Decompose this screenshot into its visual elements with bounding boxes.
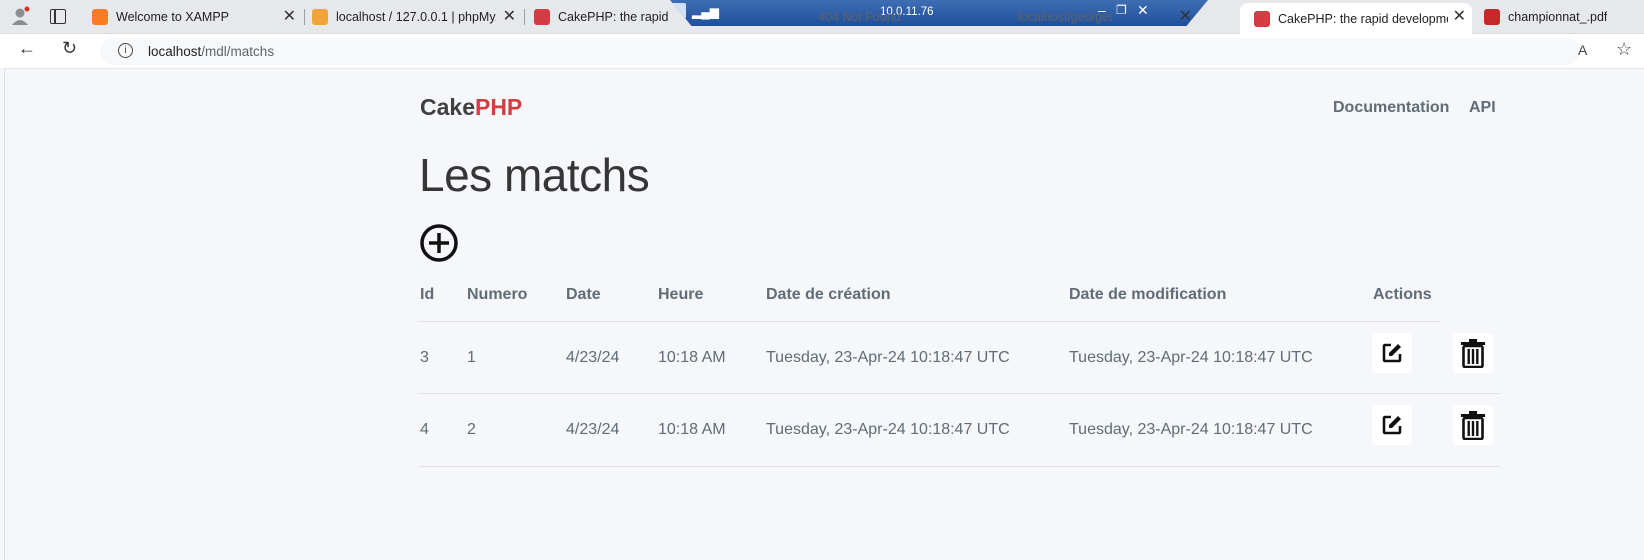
read-aloud-icon[interactable]: A	[1578, 42, 1587, 58]
cell-modified: Tuesday, 23-Apr-24 10:18:47 UTC	[1069, 349, 1313, 366]
browser-tab-strip: Welcome to XAMPP ✕ localhost / 127.0.0.1…	[0, 0, 1644, 34]
cell-heure: 10:18 AM	[658, 349, 726, 366]
row-divider	[419, 466, 1500, 467]
trash-icon	[1461, 411, 1485, 440]
url-path: /mdl/matchs	[201, 44, 275, 59]
add-match-button[interactable]	[419, 223, 459, 263]
tab-close-icon[interactable]: ✕	[283, 8, 296, 26]
delete-button[interactable]	[1453, 333, 1493, 373]
tab-close-icon[interactable]: ✕	[1453, 8, 1466, 26]
column-header-created: Date de création	[766, 286, 891, 303]
logo-php-text: PHP	[474, 94, 523, 120]
cell-modified: Tuesday, 23-Apr-24 10:18:47 UTC	[1069, 421, 1313, 438]
column-header-numero: Numero	[467, 286, 528, 303]
edit-icon	[1382, 415, 1402, 435]
tab-close-icon[interactable]: ✕	[503, 8, 516, 26]
nav-api-link[interactable]: API	[1469, 99, 1496, 117]
xampp-favicon-icon	[92, 9, 108, 25]
cell-created: Tuesday, 23-Apr-24 10:18:47 UTC	[766, 349, 1010, 366]
column-header-date: Date	[566, 286, 601, 303]
column-header-id: Id	[420, 286, 435, 303]
pdf-favicon-icon	[1484, 9, 1500, 25]
tab-title: 404 Not Found	[818, 10, 901, 24]
edit-button[interactable]	[1372, 405, 1412, 445]
page-title: Les matchs	[419, 149, 650, 201]
edit-button[interactable]	[1372, 333, 1412, 373]
signal-icon: ▂▄▆	[692, 5, 719, 19]
tab-actions-icon[interactable]	[50, 9, 66, 24]
delete-button[interactable]	[1453, 405, 1493, 445]
url-text: localhost/mdl/matchs	[148, 44, 274, 59]
edit-icon	[1382, 343, 1402, 363]
cell-date: 4/23/24	[566, 349, 620, 366]
pin-icon[interactable]	[670, 3, 686, 19]
tab-title: localhost / 127.0.0.1 | phpMyAdmin	[336, 10, 496, 24]
tab-separator	[304, 9, 305, 25]
plus-circle-icon	[420, 224, 458, 262]
tab-cakephp-active[interactable]: CakePHP: the rapid development ✕	[1240, 3, 1472, 34]
cell-date: 4/23/24	[566, 421, 620, 438]
cell-id: 3	[420, 349, 429, 366]
tab-separator	[524, 9, 525, 25]
cell-created: Tuesday, 23-Apr-24 10:18:47 UTC	[766, 421, 1010, 438]
column-header-modified: Date de modification	[1069, 286, 1227, 303]
page-viewport	[4, 68, 1644, 560]
profile-avatar-icon[interactable]	[10, 6, 30, 26]
row-divider	[419, 393, 1500, 394]
tab-404[interactable]: 404 Not Found	[770, 3, 970, 31]
tab-close-icon[interactable]: ✕	[1179, 8, 1192, 26]
tab-geo[interactable]: localhost/geo/get ✕	[1018, 3, 1218, 31]
tab-title: CakePHP: the rapid development	[1278, 11, 1448, 26]
cakephp-favicon-icon	[534, 9, 550, 25]
cell-heure: 10:18 AM	[658, 421, 726, 438]
column-header-actions: Actions	[1373, 286, 1432, 303]
cell-id: 4	[420, 421, 429, 438]
logo-cake-text: Cake	[420, 94, 475, 120]
column-header-heure: Heure	[658, 286, 704, 303]
tab-pdf[interactable]: championnat_.pdf	[1484, 3, 1634, 31]
site-info-icon[interactable]: i	[118, 43, 133, 58]
back-icon[interactable]: ←	[18, 38, 36, 59]
url-host: localhost	[148, 44, 202, 59]
tab-title: championnat_.pdf	[1508, 10, 1608, 24]
nav-documentation-link[interactable]: Documentation	[1333, 99, 1449, 117]
cell-numero: 2	[467, 421, 476, 438]
cakephp-favicon-icon	[1254, 10, 1270, 27]
tab-xampp[interactable]: Welcome to XAMPP ✕	[92, 3, 302, 31]
trash-icon	[1461, 339, 1485, 368]
tab-phpmyadmin[interactable]: localhost / 127.0.0.1 | phpMyAdmin ✕	[312, 3, 522, 31]
cell-numero: 1	[467, 349, 476, 366]
phpmyadmin-favicon-icon	[312, 9, 328, 25]
url-field[interactable]	[100, 38, 1580, 65]
refresh-icon[interactable]: ↻	[62, 38, 77, 59]
header-divider	[419, 321, 1440, 322]
favorite-star-icon[interactable]: ☆	[1616, 39, 1632, 60]
address-bar: ← ↻ i localhost/mdl/matchs A ☆	[0, 34, 1644, 68]
tab-cakephp-1[interactable]: CakePHP: the rapid development	[534, 3, 670, 31]
cakephp-logo[interactable]: CakePHP	[420, 94, 522, 121]
tab-title: Welcome to XAMPP	[116, 10, 230, 24]
tab-title: localhost/geo/get	[1018, 10, 1113, 24]
tab-title: CakePHP: the rapid development	[558, 10, 670, 24]
